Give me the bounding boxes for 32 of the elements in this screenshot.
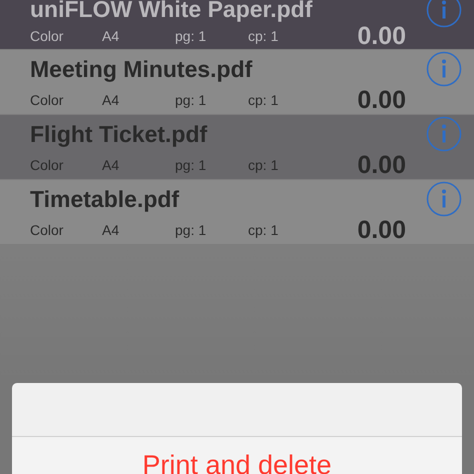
copy-count: cp: 1 [248, 222, 280, 238]
color-mode: Color [30, 157, 64, 173]
job-price: 0.00 [357, 86, 406, 114]
file-name: uniFLOW White Paper.pdf [30, 0, 314, 23]
file-name: Timetable.pdf [30, 186, 180, 212]
paper-size: A4 [102, 157, 120, 173]
paper-size: A4 [102, 92, 120, 108]
info-icon[interactable] [426, 181, 462, 217]
print-job-row[interactable]: Timetable.pdf Color A4 pg: 1 cp: 1 0.00 [0, 180, 474, 245]
paper-size: A4 [102, 222, 120, 238]
info-icon[interactable] [426, 51, 462, 87]
print-job-row[interactable]: Flight Ticket.pdf Color A4 pg: 1 cp: 1 0.00 [0, 115, 474, 180]
paper-size: A4 [102, 28, 120, 44]
page-count: pg: 1 [175, 222, 208, 238]
print-job-row[interactable]: Meeting Minutes.pdf Color A4 pg: 1 cp: 1 0.00 [0, 50, 474, 115]
page-count: pg: 1 [175, 28, 208, 44]
color-mode: Color [30, 222, 64, 238]
job-price: 0.00 [357, 22, 406, 50]
page-count: pg: 1 [175, 157, 208, 173]
file-name: Meeting Minutes.pdf [30, 56, 254, 82]
copy-count: cp: 1 [248, 157, 280, 173]
job-price: 0.00 [357, 216, 406, 244]
print-job-row[interactable]: uniFLOW White Paper.pdf Color A4 pg: 1 cp: 1 0.00 [0, 0, 474, 50]
copy-count: cp: 1 [248, 92, 280, 108]
color-mode: Color [30, 28, 64, 44]
copy-count: cp: 1 [248, 28, 280, 44]
info-icon[interactable] [426, 116, 462, 152]
job-price: 0.00 [357, 150, 406, 180]
page-count: pg: 1 [175, 92, 208, 108]
file-name: Flight Ticket.pdf [30, 120, 208, 148]
info-icon[interactable] [426, 0, 462, 28]
color-mode: Color [30, 92, 64, 108]
